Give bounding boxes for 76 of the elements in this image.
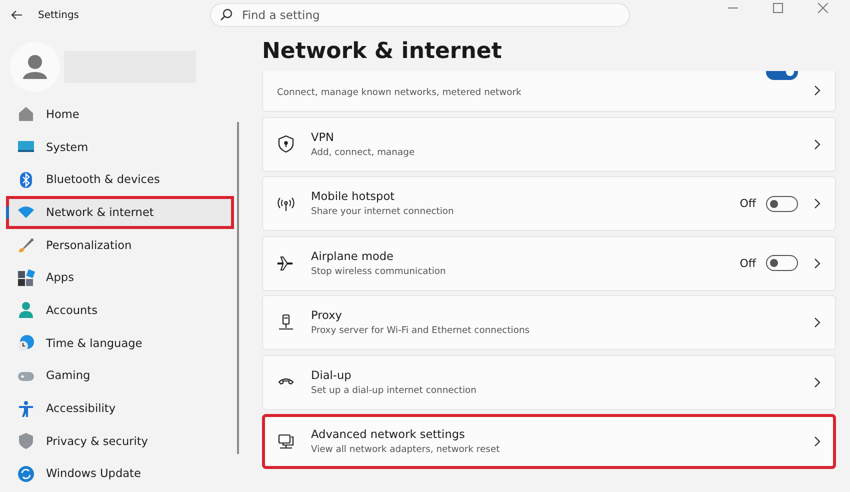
sidebar-item[interactable]: Privacy & security bbox=[6, 424, 234, 458]
maximize-icon[interactable] bbox=[773, 3, 783, 13]
computer-icon bbox=[277, 432, 295, 450]
card-title: Advanced network settings bbox=[311, 428, 466, 441]
card-title: Dial-up bbox=[311, 368, 352, 382]
sidebar-label: Accessibility bbox=[46, 402, 116, 416]
accessibility-icon bbox=[17, 400, 35, 418]
card-description: Share your internet connection bbox=[311, 206, 455, 217]
apps-icon bbox=[17, 268, 35, 287]
card-title: VPN bbox=[311, 130, 335, 144]
sidebar-label: Accounts bbox=[46, 304, 98, 317]
sidebar-item[interactable]: Time & language bbox=[6, 326, 234, 360]
sidebar-label: Network & internet bbox=[46, 206, 154, 219]
card-title: Mobile hotspot bbox=[311, 190, 396, 203]
house-icon bbox=[17, 105, 35, 124]
sidebar-label: Bluetooth & devices bbox=[46, 173, 160, 186]
toggle-switch[interactable] bbox=[766, 255, 798, 271]
search-icon bbox=[220, 8, 234, 21]
card-description: Proxy server for Wi-Fi and Ethernet connections bbox=[311, 325, 531, 336]
page-title: Network & internet bbox=[262, 39, 503, 66]
sidebar-label: System bbox=[46, 140, 88, 154]
close-icon[interactable] bbox=[818, 3, 828, 13]
sidebar-label: Privacy & security bbox=[46, 434, 148, 448]
back-icon[interactable] bbox=[11, 10, 23, 20]
chevron-icon bbox=[814, 376, 821, 388]
setting-card[interactable]: VPN Add, connect, manage bbox=[262, 116, 836, 172]
card-description: Add, connect, manage bbox=[311, 146, 416, 158]
avatar-icon bbox=[10, 42, 60, 92]
setting-card[interactable]: Proxy Proxy server for Wi-Fi and Ethernet connections bbox=[262, 295, 836, 350]
sidebar-label: Time & language bbox=[46, 336, 142, 350]
bluetooth-icon bbox=[17, 170, 35, 189]
sidebar-label: Personalization bbox=[46, 238, 132, 252]
toggle-state-label: Off bbox=[740, 256, 756, 270]
search-field[interactable]: Find a setting bbox=[210, 3, 630, 27]
sidebar-item[interactable]: Home bbox=[6, 98, 234, 131]
proxy-icon bbox=[277, 314, 295, 332]
person-icon bbox=[17, 301, 35, 320]
sidebar-item[interactable]: Bluetooth & devices bbox=[6, 163, 234, 196]
toggle-switch[interactable] bbox=[766, 196, 798, 212]
card-title: Proxy bbox=[311, 309, 343, 322]
shield-icon bbox=[277, 135, 295, 153]
sidebar-item[interactable]: Gaming bbox=[6, 360, 234, 392]
card-title: Airplane mode bbox=[311, 250, 394, 262]
sidebar-item[interactable]: Accounts bbox=[6, 294, 234, 327]
toggle-state-label: Off bbox=[740, 197, 756, 210]
brush-icon bbox=[17, 236, 35, 254]
chevron-icon bbox=[814, 258, 821, 268]
chevron-icon bbox=[814, 317, 821, 328]
chevron-icon bbox=[814, 436, 821, 447]
card-description: Set up a dial-up internet connection bbox=[311, 384, 478, 396]
chevron-icon bbox=[814, 85, 821, 96]
sidebar-item[interactable]: Network & internet bbox=[6, 196, 234, 229]
setting-card[interactable]: Connect, manage known networks, metered network bbox=[262, 71, 836, 112]
sidebar-label: Windows Update bbox=[46, 467, 141, 480]
window-title: Settings bbox=[38, 10, 80, 20]
sidebar-label: Apps bbox=[46, 271, 74, 284]
sidebar-label: Gaming bbox=[46, 369, 90, 382]
shield-icon bbox=[17, 432, 35, 450]
sidebar-item[interactable]: Windows Update bbox=[6, 458, 234, 490]
sidebar-item[interactable]: System bbox=[6, 130, 234, 164]
setting-card[interactable]: Advanced network settings View all network adapters, network reset bbox=[262, 414, 836, 469]
card-description: Connect, manage known networks, metered network bbox=[277, 86, 522, 98]
card-description: View all network adapters, network reset bbox=[311, 444, 501, 455]
globe-clock-icon bbox=[17, 334, 35, 352]
setting-card[interactable]: Mobile hotspot Share your internet connection Off bbox=[262, 176, 836, 231]
chevron-icon bbox=[814, 138, 821, 150]
airplane-icon bbox=[277, 254, 295, 272]
sidebar-label: Home bbox=[46, 108, 80, 121]
sync-icon bbox=[17, 464, 35, 483]
chevron-icon bbox=[814, 198, 821, 209]
card-description: Stop wireless communication bbox=[311, 266, 447, 276]
sidebar-item[interactable]: Accessibility bbox=[6, 392, 234, 425]
setting-card[interactable]: Airplane mode Stop wireless communication Off bbox=[262, 236, 836, 290]
sidebar-item[interactable]: Apps bbox=[6, 261, 234, 294]
setting-card[interactable]: Dial-up Set up a dial-up internet connection bbox=[262, 354, 836, 410]
sidebar-item[interactable]: Personalization bbox=[6, 228, 234, 262]
